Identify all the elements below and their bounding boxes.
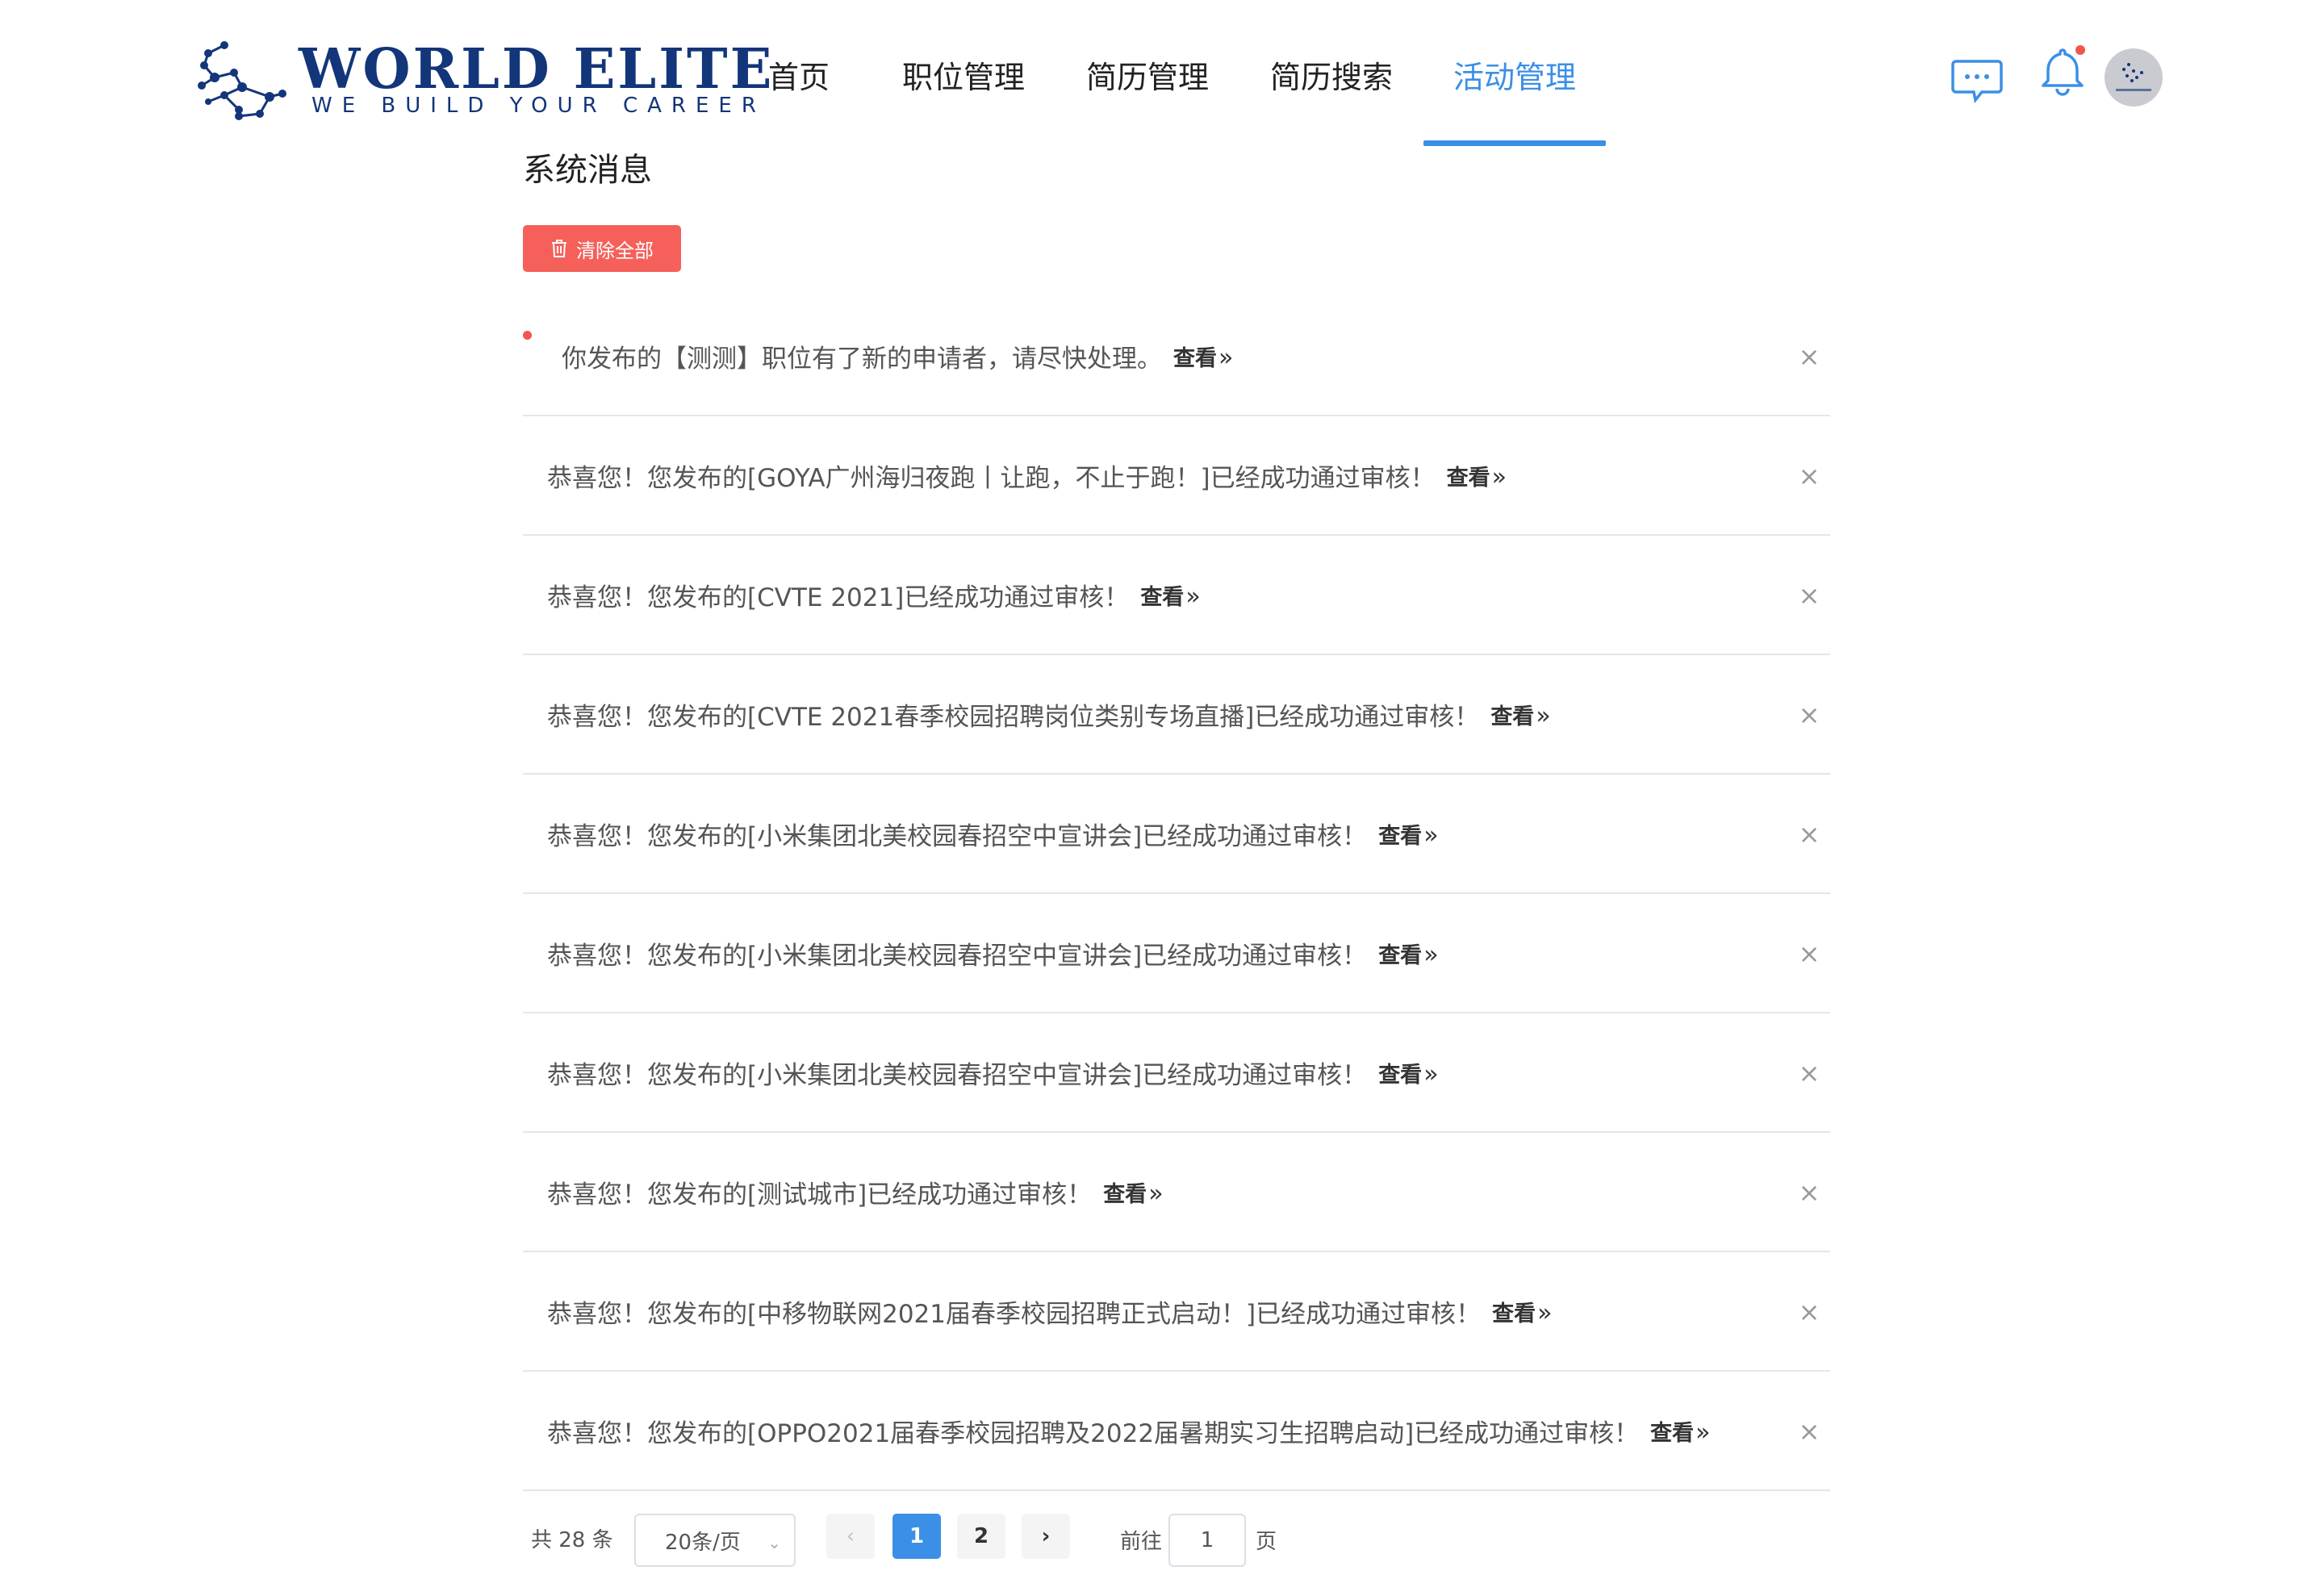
- nav-resume-management[interactable]: 简历管理: [1055, 0, 1239, 149]
- view-label: 查看: [1446, 465, 1490, 491]
- page-button-1[interactable]: 1: [892, 1514, 941, 1559]
- message-text: 恭喜您！您发布的[小米集团北美校园春招空中宣讲会]已经成功通过审核！: [547, 821, 1368, 851]
- message-text: 恭喜您！您发布的[测试城市]已经成功通过审核！: [547, 1180, 1093, 1209]
- page-suffix-label: 页: [1256, 1530, 1277, 1554]
- nav-job-management[interactable]: 职位管理: [872, 0, 1055, 149]
- close-icon[interactable]: ×: [1795, 341, 1824, 372]
- page-size-value: 20条/页: [665, 1530, 741, 1555]
- close-icon[interactable]: ×: [1795, 1058, 1824, 1088]
- message-text: 恭喜您！您发布的[GOYA广州海归夜跑丨让跑，不止于跑！]已经成功通过审核！: [547, 463, 1436, 493]
- view-link[interactable]: 查看»: [1447, 460, 1507, 491]
- view-link[interactable]: 查看»: [1140, 579, 1200, 611]
- message-item: 恭喜您！您发布的[中移物联网2021届春季校园招聘正式启动！]已经成功通过审核！…: [523, 1252, 1830, 1372]
- view-link[interactable]: 查看»: [1378, 1057, 1438, 1088]
- double-chevron-right-icon: »: [1148, 1179, 1164, 1208]
- page-title: 系统消息: [523, 152, 652, 189]
- double-chevron-right-icon: »: [1537, 1298, 1553, 1327]
- double-chevron-right-icon: »: [1491, 462, 1507, 491]
- message-item: 你发布的【测测】职位有了新的申请者，请尽快处理。 查看» ×: [523, 297, 1830, 416]
- nav-home[interactable]: 首页: [726, 0, 872, 149]
- unread-dot: [523, 331, 532, 340]
- chat-icon[interactable]: [1951, 58, 2003, 104]
- view-link[interactable]: 查看»: [1492, 1296, 1552, 1327]
- chevron-right-icon: ›: [1041, 1524, 1051, 1548]
- close-icon[interactable]: ×: [1795, 819, 1824, 850]
- close-icon[interactable]: ×: [1795, 461, 1824, 491]
- message-text: 恭喜您！您发布的[CVTE 2021]已经成功通过审核！: [547, 583, 1130, 612]
- pagination: 共 28 条 20条/页 ⌄ ‹ 1 2 › 前往 页: [523, 1509, 1830, 1567]
- logo-network-icon: [198, 41, 286, 120]
- message-item: 恭喜您！您发布的[CVTE 2021]已经成功通过审核！ 查看» ×: [523, 536, 1830, 655]
- close-icon[interactable]: ×: [1795, 1297, 1824, 1327]
- nav-resume-search[interactable]: 简历搜索: [1239, 0, 1423, 149]
- message-item: 恭喜您！您发布的[OPPO2021届春季校园招聘及2022届暑期实习生招聘启动]…: [523, 1372, 1830, 1491]
- close-icon[interactable]: ×: [1795, 938, 1824, 969]
- logo-title: WORLD ELITE: [299, 37, 775, 102]
- main-nav: 首页 职位管理 简历管理 简历搜索 活动管理: [726, 0, 1606, 149]
- view-label: 查看: [1103, 1181, 1147, 1207]
- chevron-down-icon: ⌄: [767, 1533, 781, 1552]
- view-label: 查看: [1650, 1420, 1695, 1446]
- message-item: 恭喜您！您发布的[GOYA广州海归夜跑丨让跑，不止于跑！]已经成功通过审核！ 查…: [523, 416, 1830, 536]
- logo-subtitle: WE BUILD YOUR CAREER: [311, 94, 766, 118]
- view-label: 查看: [1490, 704, 1535, 729]
- message-item: 恭喜您！您发布的[小米集团北美校园春招空中宣讲会]已经成功通过审核！ 查看» ×: [523, 775, 1830, 894]
- message-text: 你发布的【测测】职位有了新的申请者，请尽快处理。: [562, 344, 1162, 374]
- page-size-select[interactable]: 20条/页 ⌄: [634, 1514, 796, 1567]
- message-item: 恭喜您！您发布的[小米集团北美校园春招空中宣讲会]已经成功通过审核！ 查看» ×: [523, 894, 1830, 1013]
- prev-page-button[interactable]: ‹: [826, 1514, 875, 1559]
- message-text: 恭喜您！您发布的[中移物联网2021届春季校园招聘正式启动！]已经成功通过审核！: [547, 1299, 1482, 1329]
- view-label: 查看: [1378, 942, 1423, 968]
- notification-badge: [2075, 45, 2085, 55]
- avatar-logo-icon: [2116, 63, 2151, 91]
- clear-all-label: 清除全部: [576, 239, 654, 262]
- double-chevron-right-icon: »: [1695, 1418, 1711, 1447]
- view-link[interactable]: 查看»: [1173, 340, 1233, 372]
- chevron-left-icon: ‹: [846, 1524, 855, 1548]
- double-chevron-right-icon: »: [1423, 940, 1439, 969]
- view-link[interactable]: 查看»: [1650, 1415, 1710, 1447]
- double-chevron-right-icon: »: [1218, 343, 1234, 372]
- view-label: 查看: [1173, 345, 1217, 371]
- goto-page-input[interactable]: [1168, 1514, 1246, 1567]
- message-list: 你发布的【测测】职位有了新的申请者，请尽快处理。 查看» × 恭喜您！您发布的[…: [523, 297, 1830, 1491]
- user-avatar[interactable]: [2105, 48, 2163, 107]
- bell-icon[interactable]: [2040, 45, 2085, 97]
- view-link[interactable]: 查看»: [1378, 818, 1438, 850]
- view-label: 查看: [1140, 584, 1185, 610]
- total-count: 共 28 条: [531, 1528, 613, 1552]
- top-header: WORLD ELITE WE BUILD YOUR CAREER 首页 职位管理…: [0, 0, 2324, 149]
- view-label: 查看: [1378, 823, 1423, 849]
- view-label: 查看: [1492, 1301, 1536, 1326]
- message-item: 恭喜您！您发布的[CVTE 2021春季校园招聘岗位类别专场直播]已经成功通过审…: [523, 655, 1830, 775]
- page-button-2[interactable]: 2: [957, 1514, 1005, 1559]
- message-item: 恭喜您！您发布的[测试城市]已经成功通过审核！ 查看» ×: [523, 1133, 1830, 1252]
- trash-icon: [552, 240, 566, 257]
- view-link[interactable]: 查看»: [1490, 699, 1550, 730]
- view-link[interactable]: 查看»: [1103, 1176, 1163, 1208]
- goto-label: 前往: [1120, 1530, 1163, 1554]
- double-chevron-right-icon: »: [1536, 701, 1551, 730]
- message-item: 恭喜您！您发布的[小米集团北美校园春招空中宣讲会]已经成功通过审核！ 查看» ×: [523, 1013, 1830, 1133]
- double-chevron-right-icon: »: [1423, 821, 1439, 850]
- close-icon[interactable]: ×: [1795, 580, 1824, 611]
- next-page-button[interactable]: ›: [1022, 1514, 1070, 1559]
- close-icon[interactable]: ×: [1795, 1416, 1824, 1447]
- world-elite-logo[interactable]: WORLD ELITE WE BUILD YOUR CAREER: [192, 37, 771, 126]
- view-link[interactable]: 查看»: [1378, 938, 1438, 969]
- close-icon[interactable]: ×: [1795, 700, 1824, 730]
- double-chevron-right-icon: »: [1423, 1059, 1439, 1088]
- message-text: 恭喜您！您发布的[小米集团北美校园春招空中宣讲会]已经成功通过审核！: [547, 941, 1368, 971]
- nav-activity-management[interactable]: 活动管理: [1423, 0, 1606, 149]
- message-text: 恭喜您！您发布的[OPPO2021届春季校园招聘及2022届暑期实习生招聘启动]…: [547, 1418, 1640, 1448]
- message-text: 恭喜您！您发布的[CVTE 2021春季校园招聘岗位类别专场直播]已经成功通过审…: [547, 702, 1480, 732]
- close-icon[interactable]: ×: [1795, 1177, 1824, 1208]
- double-chevron-right-icon: »: [1185, 582, 1201, 611]
- clear-all-button[interactable]: 清除全部: [523, 225, 681, 272]
- view-label: 查看: [1378, 1062, 1423, 1088]
- message-text: 恭喜您！您发布的[小米集团北美校园春招空中宣讲会]已经成功通过审核！: [547, 1060, 1368, 1090]
